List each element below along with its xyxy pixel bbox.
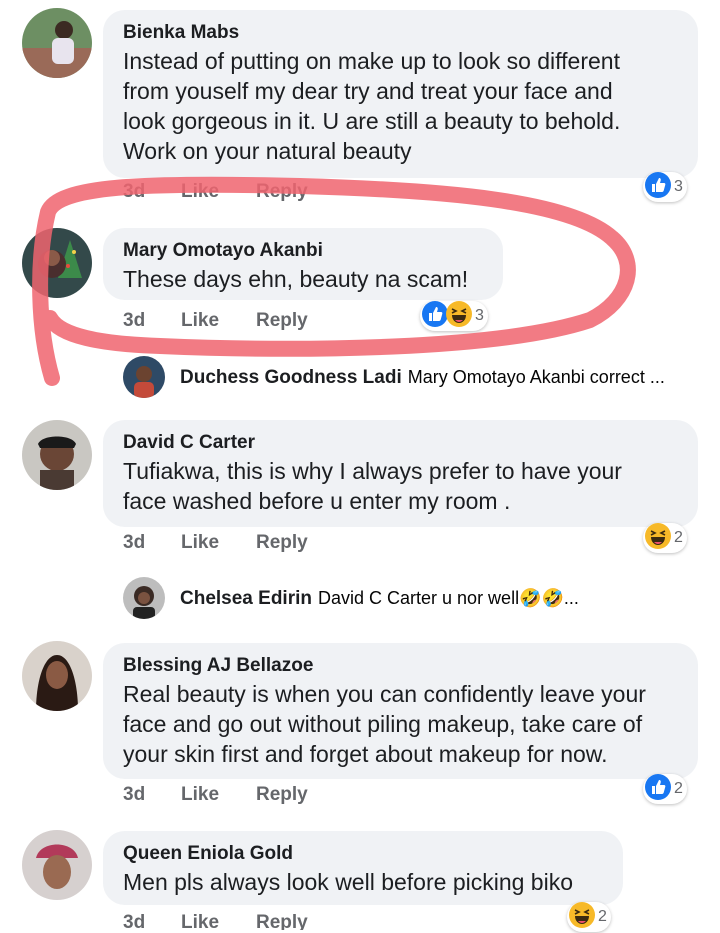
like-button[interactable]: Like (181, 532, 219, 554)
comment-bubble: Queen Eniola Gold Men pls always look we… (103, 831, 623, 905)
reply-button[interactable]: Reply (256, 532, 308, 554)
reply-emoji: 🤣🤣 (519, 588, 564, 608)
reply-button[interactable]: Reply (256, 181, 308, 203)
reply-text: David C Carter u nor well (318, 588, 520, 608)
comment-text: Instead of putting on make up to look so… (123, 48, 621, 164)
comment-author[interactable]: Mary Omotayo Akanbi (123, 238, 483, 264)
reply-button[interactable]: Reply (256, 784, 308, 806)
haha-reaction-icon (645, 522, 671, 554)
comment-bubble: Blessing AJ Bellazoe Real beauty is when… (103, 643, 698, 779)
comment-text: Real beauty is when you can confidently … (123, 681, 646, 767)
like-button[interactable]: Like (181, 310, 219, 332)
reply-text: Mary Omotayo Akanbi correct ... (407, 367, 665, 387)
comment-time[interactable]: 3d (123, 912, 145, 930)
avatar[interactable] (123, 356, 165, 398)
comment-actions: 3d Like Reply (123, 912, 423, 930)
comment-actions: 3d Like Reply (123, 181, 423, 207)
comment-actions: 3d Like Reply (123, 784, 423, 810)
reply-preview[interactable]: Chelsea Edirin David C Carter u nor well🤣… (180, 588, 579, 610)
comment-actions: 3d Like Reply (123, 532, 423, 558)
reply-button[interactable]: Reply (256, 912, 308, 930)
comment-bubble: Mary Omotayo Akanbi These days ehn, beau… (103, 228, 503, 300)
comment-time[interactable]: 3d (123, 310, 145, 332)
reply-ellipsis: ... (563, 588, 579, 608)
comment-text: These days ehn, beauty na scam! (123, 266, 469, 292)
avatar[interactable] (22, 228, 92, 298)
avatar[interactable] (22, 830, 92, 900)
reaction-count: 3 (475, 307, 484, 324)
comment-time[interactable]: 3d (123, 532, 145, 554)
haha-reaction-icon (569, 901, 595, 933)
reaction-summary[interactable]: 3 (643, 171, 687, 203)
haha-reaction-icon (446, 300, 472, 332)
like-reaction-icon (645, 171, 671, 203)
comment-author[interactable]: David C Carter (123, 430, 678, 456)
like-reaction-icon (422, 300, 448, 332)
comment-text: Tufiakwa, this is why I always prefer to… (123, 458, 622, 514)
comment-time[interactable]: 3d (123, 784, 145, 806)
avatar[interactable] (22, 641, 92, 711)
comment-bubble: David C Carter Tufiakwa, this is why I a… (103, 420, 698, 527)
like-button[interactable]: Like (181, 784, 219, 806)
comment-text: Men pls always look well before picking … (123, 869, 573, 895)
avatar[interactable] (22, 420, 92, 490)
avatar[interactable] (123, 577, 165, 619)
reaction-count: 2 (674, 529, 683, 546)
comment-actions: 3d Like Reply (123, 310, 423, 336)
like-reaction-icon (645, 773, 671, 805)
comment-time[interactable]: 3d (123, 181, 145, 203)
reaction-summary[interactable]: 3 (420, 300, 488, 332)
comment-author[interactable]: Bienka Mabs (123, 20, 678, 46)
like-button[interactable]: Like (181, 181, 219, 203)
reply-author[interactable]: Duchess Goodness Ladi (180, 367, 402, 388)
avatar[interactable] (22, 8, 92, 78)
comment-author[interactable]: Blessing AJ Bellazoe (123, 653, 678, 679)
reaction-count: 2 (674, 780, 683, 797)
comment-bubble: Bienka Mabs Instead of putting on make u… (103, 10, 698, 178)
reaction-count: 3 (674, 178, 683, 195)
reply-preview[interactable]: Duchess Goodness Ladi Mary Omotayo Akanbi… (180, 367, 665, 389)
reply-button[interactable]: Reply (256, 310, 308, 332)
reply-author[interactable]: Chelsea Edirin (180, 588, 312, 609)
like-button[interactable]: Like (181, 912, 219, 930)
reaction-count: 2 (598, 908, 607, 925)
reaction-summary[interactable]: 2 (567, 901, 611, 933)
reaction-summary[interactable]: 2 (643, 773, 687, 805)
reaction-summary[interactable]: 2 (643, 522, 687, 554)
comment-author[interactable]: Queen Eniola Gold (123, 841, 603, 867)
